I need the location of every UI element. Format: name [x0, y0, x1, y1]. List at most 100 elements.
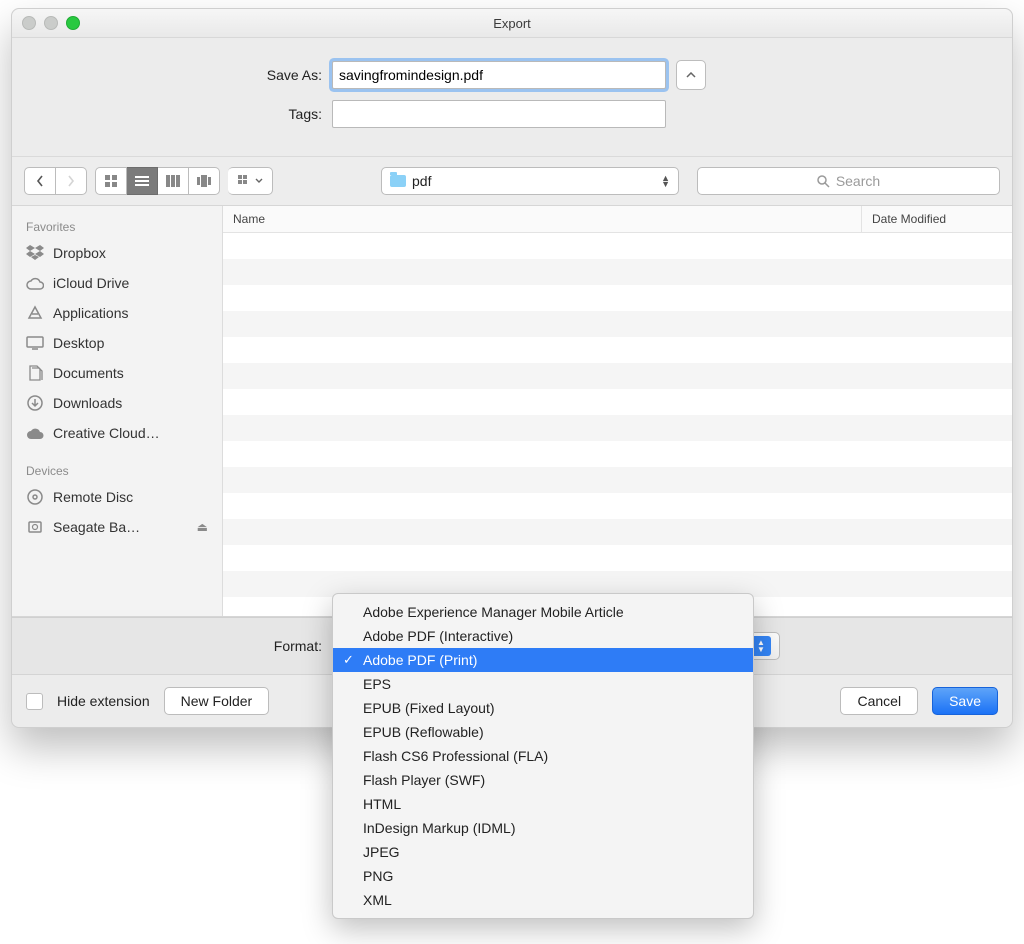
columns-icon: [166, 175, 180, 187]
devices-header: Devices: [12, 458, 222, 482]
disc-icon: [26, 488, 44, 506]
column-view-button[interactable]: [158, 167, 189, 195]
format-option[interactable]: EPUB (Reflowable): [333, 720, 753, 744]
check-icon: ✓: [343, 652, 354, 668]
save-button[interactable]: Save: [932, 687, 998, 715]
location-name: pdf: [412, 173, 431, 189]
cloud-icon: [26, 274, 44, 292]
table-row[interactable]: [223, 441, 1012, 467]
format-option[interactable]: Adobe Experience Manager Mobile Article: [333, 600, 753, 624]
format-option[interactable]: Adobe PDF (Interactive): [333, 624, 753, 648]
hide-extension-label: Hide extension: [57, 693, 150, 709]
hide-extension-checkbox[interactable]: [26, 693, 43, 710]
location-popup[interactable]: pdf ▲▼: [381, 167, 679, 195]
back-button[interactable]: [24, 167, 56, 195]
save-as-label: Save As:: [22, 67, 332, 83]
sidebar-item-label: Remote Disc: [53, 489, 133, 505]
tags-input[interactable]: [332, 100, 666, 128]
table-row[interactable]: [223, 233, 1012, 259]
file-pane: Name Date Modified: [223, 206, 1012, 616]
dropbox-icon: [26, 244, 44, 262]
grid-icon: [104, 174, 118, 188]
format-option[interactable]: EPUB (Fixed Layout): [333, 696, 753, 720]
chevron-right-icon: [67, 175, 75, 187]
icon-view-button[interactable]: [95, 167, 127, 195]
sidebar-item-documents[interactable]: Documents: [12, 358, 222, 388]
table-row[interactable]: [223, 363, 1012, 389]
cancel-button[interactable]: Cancel: [840, 687, 918, 715]
format-option[interactable]: HTML: [333, 792, 753, 816]
eject-icon[interactable]: ⏏: [197, 520, 208, 534]
format-option[interactable]: XML: [333, 888, 753, 912]
column-name-header[interactable]: Name: [223, 206, 862, 232]
format-option-label: Adobe PDF (Print): [363, 652, 477, 668]
sidebar-item-icloud[interactable]: iCloud Drive: [12, 268, 222, 298]
list-view-button[interactable]: [127, 167, 158, 195]
window-title: Export: [12, 16, 1012, 31]
sidebar-item-creative-cloud[interactable]: Creative Cloud…: [12, 418, 222, 448]
save-form: Save As: Tags:: [12, 38, 1012, 157]
tags-label: Tags:: [22, 106, 332, 122]
sidebar: Favorites Dropbox iCloud Drive Applicati…: [12, 206, 223, 616]
table-row[interactable]: [223, 493, 1012, 519]
format-option[interactable]: EPS: [333, 672, 753, 696]
forward-button[interactable]: [56, 167, 87, 195]
table-row[interactable]: [223, 545, 1012, 571]
creative-cloud-icon: [26, 424, 44, 442]
sidebar-item-label: Seagate Ba…: [53, 519, 140, 535]
collapse-toggle-button[interactable]: [676, 60, 706, 90]
sidebar-item-label: Downloads: [53, 395, 122, 411]
sidebar-item-seagate[interactable]: Seagate Ba… ⏏: [12, 512, 222, 542]
sidebar-item-label: Desktop: [53, 335, 104, 351]
sidebar-item-label: iCloud Drive: [53, 275, 129, 291]
table-row[interactable]: [223, 285, 1012, 311]
documents-icon: [26, 364, 44, 382]
table-row[interactable]: [223, 467, 1012, 493]
sidebar-item-dropbox[interactable]: Dropbox: [12, 238, 222, 268]
column-date-header[interactable]: Date Modified: [862, 206, 1012, 232]
table-row[interactable]: [223, 389, 1012, 415]
format-option[interactable]: JPEG: [333, 840, 753, 864]
sidebar-item-downloads[interactable]: Downloads: [12, 388, 222, 418]
table-row[interactable]: [223, 337, 1012, 363]
chevron-down-icon: [255, 178, 263, 184]
updown-icon: ▲▼: [661, 175, 670, 187]
format-option[interactable]: PNG: [333, 864, 753, 888]
view-mode-buttons: [95, 167, 220, 195]
chevron-up-icon: [686, 72, 696, 79]
sidebar-item-applications[interactable]: Applications: [12, 298, 222, 328]
table-row[interactable]: [223, 259, 1012, 285]
file-browser: Favorites Dropbox iCloud Drive Applicati…: [12, 206, 1012, 617]
column-headers: Name Date Modified: [223, 206, 1012, 233]
export-dialog: Export Save As: Tags:: [11, 8, 1013, 728]
format-option[interactable]: InDesign Markup (IDML): [333, 816, 753, 840]
table-row[interactable]: [223, 311, 1012, 337]
search-field[interactable]: Search: [697, 167, 1000, 195]
coverflow-view-button[interactable]: [189, 167, 220, 195]
search-icon: [817, 175, 830, 188]
sidebar-item-label: Documents: [53, 365, 124, 381]
favorites-header: Favorites: [12, 214, 222, 238]
updown-icon: ▲▼: [751, 636, 771, 656]
format-option[interactable]: Flash Player (SWF): [333, 768, 753, 792]
downloads-icon: [26, 394, 44, 412]
format-label: Format:: [22, 638, 332, 654]
drive-icon: [26, 518, 44, 536]
sidebar-item-remote-disc[interactable]: Remote Disc: [12, 482, 222, 512]
chevron-left-icon: [36, 175, 44, 187]
table-row[interactable]: [223, 519, 1012, 545]
file-rows: [223, 233, 1012, 616]
arrange-menu[interactable]: [228, 167, 273, 195]
format-dropdown-menu: Adobe Experience Manager Mobile Article …: [332, 593, 754, 919]
format-option[interactable]: Flash CS6 Professional (FLA): [333, 744, 753, 768]
new-folder-button[interactable]: New Folder: [164, 687, 270, 715]
search-placeholder: Search: [836, 173, 880, 189]
format-option-selected[interactable]: ✓ Adobe PDF (Print): [333, 648, 753, 672]
titlebar: Export: [12, 9, 1012, 38]
folder-icon: [390, 175, 406, 187]
sidebar-item-desktop[interactable]: Desktop: [12, 328, 222, 358]
coverflow-icon: [197, 175, 211, 187]
arrange-icon: [238, 175, 252, 187]
save-as-input[interactable]: [332, 61, 666, 89]
table-row[interactable]: [223, 415, 1012, 441]
